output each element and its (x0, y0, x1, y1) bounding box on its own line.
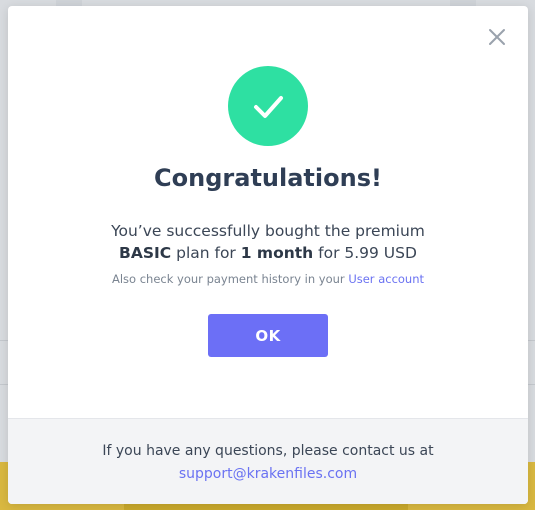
message-line-1: You’ve successfully bought the premium (111, 222, 425, 240)
modal-title: Congratulations! (154, 164, 382, 192)
note-text: Also check your payment history in your (111, 272, 349, 286)
plan-for-text: plan for (171, 244, 241, 262)
success-badge (228, 66, 308, 146)
payment-history-note: Also check your payment history in your … (8, 272, 528, 286)
close-icon (489, 29, 505, 45)
price-text: for 5.99 USD (313, 244, 417, 262)
checkmark-icon (254, 96, 283, 118)
support-email-link[interactable]: support@krakenfiles.com (179, 466, 357, 482)
close-button[interactable] (486, 26, 508, 48)
plan-name: BASIC (119, 244, 172, 262)
plan-duration: 1 month (240, 244, 314, 262)
support-text: If you have any questions, please contac… (102, 443, 434, 459)
message-line-2: BASIC plan for 1 month for 5.99 USD (8, 242, 528, 264)
purchase-message: You’ve successfully bought the premium B… (8, 220, 528, 264)
ok-button[interactable]: OK (208, 314, 328, 357)
support-email-container: support@krakenfiles.com (8, 466, 528, 482)
purchase-success-modal: Congratulations! You’ve successfully bou… (8, 6, 528, 504)
user-account-link[interactable]: User account (348, 272, 424, 286)
modal-footer: If you have any questions, please contac… (8, 418, 528, 504)
